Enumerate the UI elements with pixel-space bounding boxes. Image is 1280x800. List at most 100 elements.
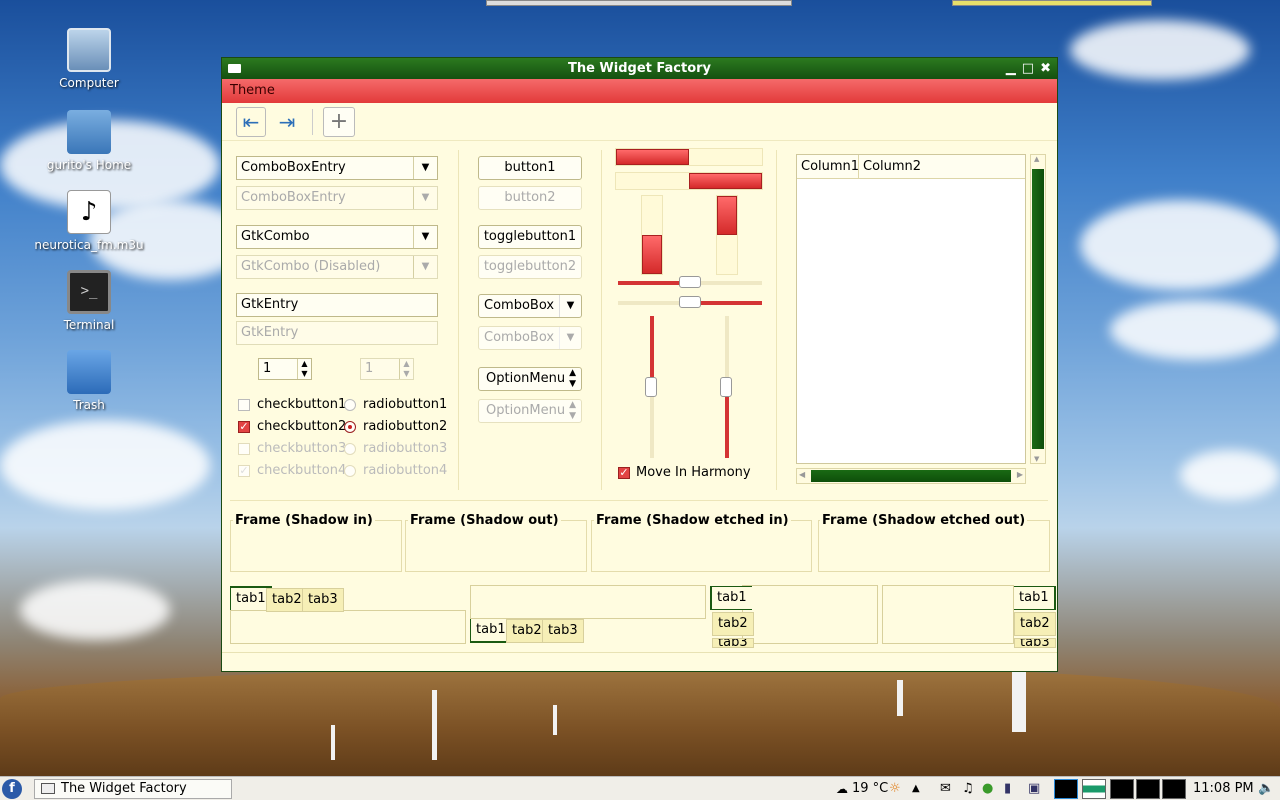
slider-v2[interactable] [720,316,732,458]
progress-bar-h2 [615,172,763,190]
tab-top-3[interactable]: tab3 [302,588,344,612]
move-in-harmony-checkbox[interactable]: ✓ [618,467,630,479]
goto-first-icon: ⇤ [242,109,260,134]
chevron-up-icon[interactable]: ▲ [912,777,920,800]
progress-fill [717,196,737,235]
tab-right-2[interactable]: tab2 [1014,612,1056,636]
workspace-3[interactable] [1110,779,1134,799]
titlebar[interactable]: The Widget Factory ▁ □ ✖ [222,58,1057,79]
workspace-5[interactable] [1162,779,1186,799]
spin-arrows-icon[interactable]: ▲ ▼ [297,359,311,379]
update-icon[interactable]: ● [982,777,993,800]
weather-temperature[interactable]: 19 °C [852,777,888,800]
minimize-icon[interactable]: ▁ [1006,58,1016,79]
workspace-1[interactable] [1054,779,1078,799]
chevron-down-icon[interactable]: ▼ [413,157,437,179]
slider-handle[interactable] [720,377,732,397]
checkbutton2[interactable]: ✓ [238,421,250,433]
radiobutton2[interactable] [344,421,356,433]
button1[interactable]: button1 [478,156,582,180]
scroll-right-icon[interactable]: ▶ [1017,470,1023,479]
music-icon[interactable]: ♫ [962,777,974,800]
add-button[interactable]: + [323,106,355,137]
togglebutton1[interactable]: togglebutton1 [478,225,582,249]
spin-disabled-value: 1 [365,361,374,376]
clock[interactable]: 11:08 PM [1193,777,1254,800]
tab-left-1[interactable]: tab1 [710,586,752,610]
goto-last-button[interactable]: ⇥ [272,107,302,137]
slider-handle[interactable] [679,276,701,288]
volume-icon[interactable]: 🔈 [1258,777,1274,800]
taskbar-window-button[interactable]: The Widget Factory [34,779,232,799]
cloud [1080,200,1280,290]
toolbar-separator [312,108,313,135]
progress-bar-v1 [641,195,663,275]
maximize-icon[interactable]: □ [1022,58,1034,79]
gtk-combo-disabled-value: GtkCombo (Disabled) [241,259,381,274]
chevron-down-icon: ▼ [413,187,437,209]
desktop-icon-label: Terminal [63,318,115,332]
slider-handle[interactable] [679,296,701,308]
move-in-harmony-label: Move In Harmony [636,465,751,480]
home-folder-icon [67,110,111,154]
combobox[interactable]: ComboBox ▼ [478,294,582,318]
workspace-2[interactable] [1082,779,1106,799]
slider-h1[interactable] [618,276,762,288]
scrollbar-thumb[interactable] [1032,169,1044,449]
window-menu-icon[interactable] [228,64,241,73]
widget-factory-window: The Widget Factory ▁ □ ✖ Theme ⇤ ⇥ + Com… [221,57,1058,672]
goto-first-button[interactable]: ⇤ [236,106,266,137]
column1-header[interactable]: Column1 [797,155,859,178]
menu-theme[interactable]: Theme [230,83,275,98]
chevron-down-icon[interactable]: ▼ [413,226,437,248]
tab-bottom-3[interactable]: tab3 [542,619,584,643]
separator [458,150,459,490]
tab-right-1[interactable]: tab1 [1014,586,1056,610]
desktop-icon-computer[interactable]: Computer [30,28,148,90]
radiobutton1[interactable] [344,399,356,411]
desktop-icon-trash[interactable]: Trash [30,350,148,412]
fedora-menu-icon[interactable]: f [2,779,22,799]
combobox-entry[interactable]: ComboBoxEntry ▼ [236,156,438,180]
radiobutton4-label: radiobutton4 [363,463,448,478]
tree-view[interactable]: Column1 Column2 [796,154,1026,464]
mail-icon[interactable]: ✉ [940,777,951,800]
checkbutton2-label: checkbutton2 [257,419,347,434]
scroll-up-icon[interactable]: ▲ [1034,155,1039,163]
progress-bar-v2 [716,195,738,275]
scrollbar-thumb[interactable] [811,470,1011,482]
check-mark-icon: ✓ [239,420,249,433]
workspace-4[interactable] [1136,779,1160,799]
slider-handle[interactable] [645,377,657,397]
vertical-scrollbar[interactable]: ▲ ▼ [1030,154,1046,464]
optionmenu[interactable]: OptionMenu ▲ ▼ [478,367,582,391]
signal-icon[interactable]: ▮ [1004,777,1011,800]
close-icon[interactable]: ✖ [1040,58,1051,79]
desktop-icon-home[interactable]: gurito's Home [30,110,148,172]
tab-right-3[interactable]: tab3 [1014,638,1056,648]
updown-icon: ▲ ▼ [569,400,576,421]
tab-left-3[interactable]: tab3 [712,638,754,648]
horizontal-scrollbar[interactable]: ◀ ▶ [796,468,1026,484]
scroll-down-icon[interactable]: ▼ [1034,455,1039,463]
checkbutton1[interactable] [238,399,250,411]
toolbar: ⇤ ⇥ + [222,103,1057,141]
column2-header[interactable]: Column2 [859,155,1025,178]
radiobutton3 [344,443,356,455]
network-icon[interactable]: ▣ [1028,777,1040,800]
music-file-icon: ♪ [67,190,111,234]
separator [230,500,1048,501]
desktop-icon-terminal[interactable]: >_ Terminal [30,270,148,332]
tab-left-2[interactable]: tab2 [712,612,754,636]
slider-h2[interactable] [618,296,762,308]
hill [0,666,1280,776]
top-panel-right [952,0,1152,6]
gtk-entry[interactable]: GtkEntry [236,293,438,317]
gtk-combo[interactable]: GtkCombo ▼ [236,225,438,249]
checkbutton4: ✓ [238,465,250,477]
slider-v1[interactable] [645,316,657,458]
desktop-icon-playlist[interactable]: ♪ neurotica_fm.m3u [30,190,148,252]
scroll-left-icon[interactable]: ◀ [799,470,805,479]
spin-button[interactable]: 1 ▲ ▼ [258,358,312,380]
check-mark-icon: ✓ [619,466,629,479]
